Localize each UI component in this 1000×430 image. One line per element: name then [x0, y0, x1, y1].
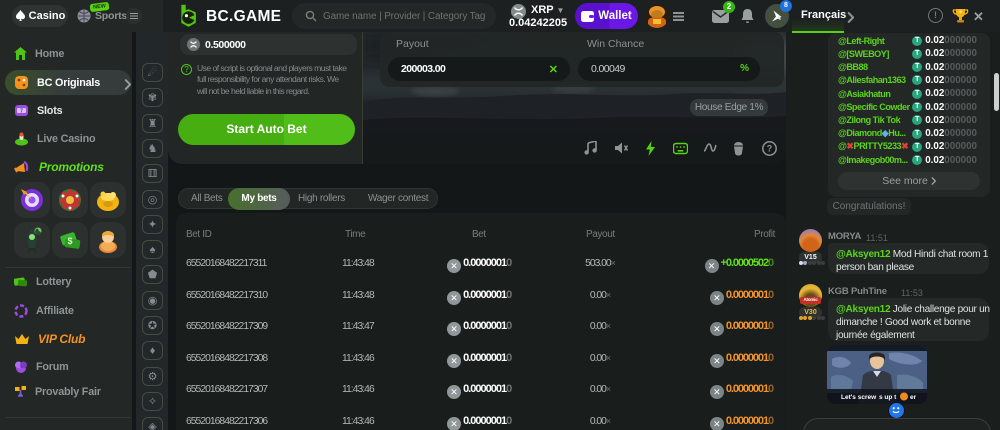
svg-text:s up t: s up t [879, 394, 897, 401]
svg-text:$: $ [67, 236, 72, 246]
svg-text:7: 7 [20, 109, 23, 115]
svg-text:?: ? [767, 144, 773, 154]
svg-text:er: er [910, 394, 917, 401]
svg-text:Let's screw: Let's screw [841, 394, 877, 401]
